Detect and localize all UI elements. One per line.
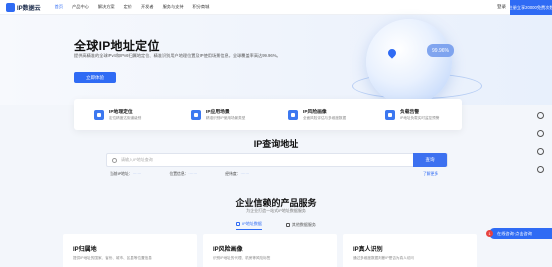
card-description: 提供IP地址的国家、省份、城市、区县等位置信息: [73, 256, 152, 260]
hero-description: 提供高精准的全球IPv4和IPv6归属地定位、精准识别用户地理位置及IP使用场景…: [74, 53, 281, 58]
current-ip-info: 当前IP地址：······· 位置信息：······· 经纬度：·······: [110, 172, 444, 177]
feature-item[interactable]: IP风险画像 全面风险评估与多维度数据: [268, 108, 365, 121]
nav-item-support[interactable]: 服务与支持: [163, 4, 184, 10]
chat-icon[interactable]: [536, 130, 544, 137]
nav-item-products[interactable]: 产品中心: [72, 4, 89, 10]
services-tabs: IP地址数据 其他数据服务: [0, 221, 552, 230]
nav-item-pricing[interactable]: 定价: [124, 4, 132, 10]
tab-other-data[interactable]: 其他数据服务: [285, 221, 316, 230]
location-field: 位置信息：·······: [169, 172, 198, 176]
feature-subtitle: 全面风险评估与多维度数据: [303, 116, 347, 120]
card-description: 识别IP地址的代理、机房等风险标签: [213, 256, 271, 260]
online-consult-button[interactable]: 1 在线咨询·点击咨询: [486, 228, 552, 239]
feature-item[interactable]: 负载告警 IP地址负载实时监控预警: [365, 108, 462, 121]
notification-badge: 1: [486, 230, 493, 237]
phone-icon[interactable]: [536, 148, 544, 155]
nav-menu: 首页 产品中心 解决方案 定价 开发者 服务与支持 积分商城: [55, 4, 219, 10]
card-description: 通过多维度数据判断IP是否为真人访问: [353, 256, 414, 260]
nav-item-home[interactable]: 首页: [55, 4, 63, 10]
service-card[interactable]: IP归属地 提供IP地址的国家、省份、城市、区县等位置信息: [63, 234, 197, 267]
service-card[interactable]: IP风险画像 识别IP地址的代理、机房等风险标签: [203, 234, 337, 267]
globe-illustration: [366, 19, 452, 105]
scene-icon: [191, 109, 201, 120]
feature-subtitle: 精准识别IP使用场景类型: [206, 116, 246, 120]
nav-item-developers[interactable]: 开发者: [141, 4, 154, 10]
logo[interactable]: IP数据云: [6, 2, 41, 12]
learn-more-link[interactable]: 了解更多: [423, 172, 438, 177]
logo-text: IP数据云: [17, 5, 41, 12]
alert-icon: [385, 109, 395, 120]
feature-subtitle: IP地址负载实时监控预警: [400, 116, 440, 120]
card-title: IP真人识别: [353, 247, 383, 253]
login-link[interactable]: 登录: [497, 4, 506, 10]
service-cards: IP归属地 提供IP地址的国家、省份、城市、区县等位置信息 IP风险画像 识别I…: [63, 234, 483, 267]
query-section-title: IP查询地址: [253, 139, 299, 149]
nav-item-solutions[interactable]: 解决方案: [98, 4, 115, 10]
feature-subtitle: 定位精度达街道级别: [109, 116, 142, 120]
hero-banner: 全球IP地址定位 提供高精准的全球IPv4和IPv6归属地定位、精准识别用户地理…: [0, 15, 552, 105]
logo-icon: [6, 2, 15, 12]
location-icon: [94, 109, 104, 120]
consult-label: 在线咨询·点击咨询: [497, 230, 532, 236]
query-button[interactable]: 查询: [413, 153, 447, 167]
feature-title: IP应用场景: [206, 110, 230, 115]
hero-title: 全球IP地址定位: [74, 39, 160, 53]
current-ip-field: 当前IP地址：·······: [110, 172, 142, 176]
ip-search-box: 请输入IP地址查询 查询: [106, 153, 448, 167]
feature-title: IP风险画像: [303, 110, 327, 115]
risk-icon: [288, 109, 298, 120]
database-icon: [236, 222, 241, 226]
try-now-button[interactable]: 立即体验: [74, 72, 116, 83]
feature-title: 负载告警: [400, 110, 420, 115]
feature-title: IP地理定位: [109, 110, 133, 115]
top-nav: IP数据云 首页 产品中心 解决方案 定价 开发者 服务与支持 积分商城 登录 …: [0, 0, 552, 15]
card-title: IP归属地: [73, 247, 97, 253]
search-icon: [112, 157, 117, 163]
floating-sidebar: [533, 112, 547, 184]
card-title: IP风险画像: [213, 247, 243, 253]
signup-button[interactable]: 注册立享20000免费次数: [508, 0, 552, 15]
tab-ip-data[interactable]: IP地址数据: [236, 221, 262, 230]
grid-icon: [285, 222, 290, 227]
feature-strip: IP地理定位 定位精度达街道级别 IP应用场景 精准识别IP使用场景类型 IP风…: [74, 99, 462, 130]
compass-icon[interactable]: [536, 166, 544, 173]
feature-item[interactable]: IP应用场景 精准识别IP使用场景类型: [171, 108, 268, 121]
headset-icon[interactable]: [536, 112, 544, 119]
coverage-badge: 99.96%: [427, 44, 454, 57]
services-subtitle: 为企业打造一站式IP地址数据服务: [246, 208, 306, 213]
feature-item[interactable]: IP地理定位 定位精度达街道级别: [74, 108, 171, 121]
nav-item-points-mall[interactable]: 积分商城: [193, 4, 210, 10]
service-card[interactable]: IP真人识别 通过多维度数据判断IP是否为真人访问: [343, 234, 477, 267]
coordinates-field: 经纬度：·······: [225, 172, 250, 176]
ip-search-input[interactable]: 请输入IP地址查询: [121, 157, 447, 163]
